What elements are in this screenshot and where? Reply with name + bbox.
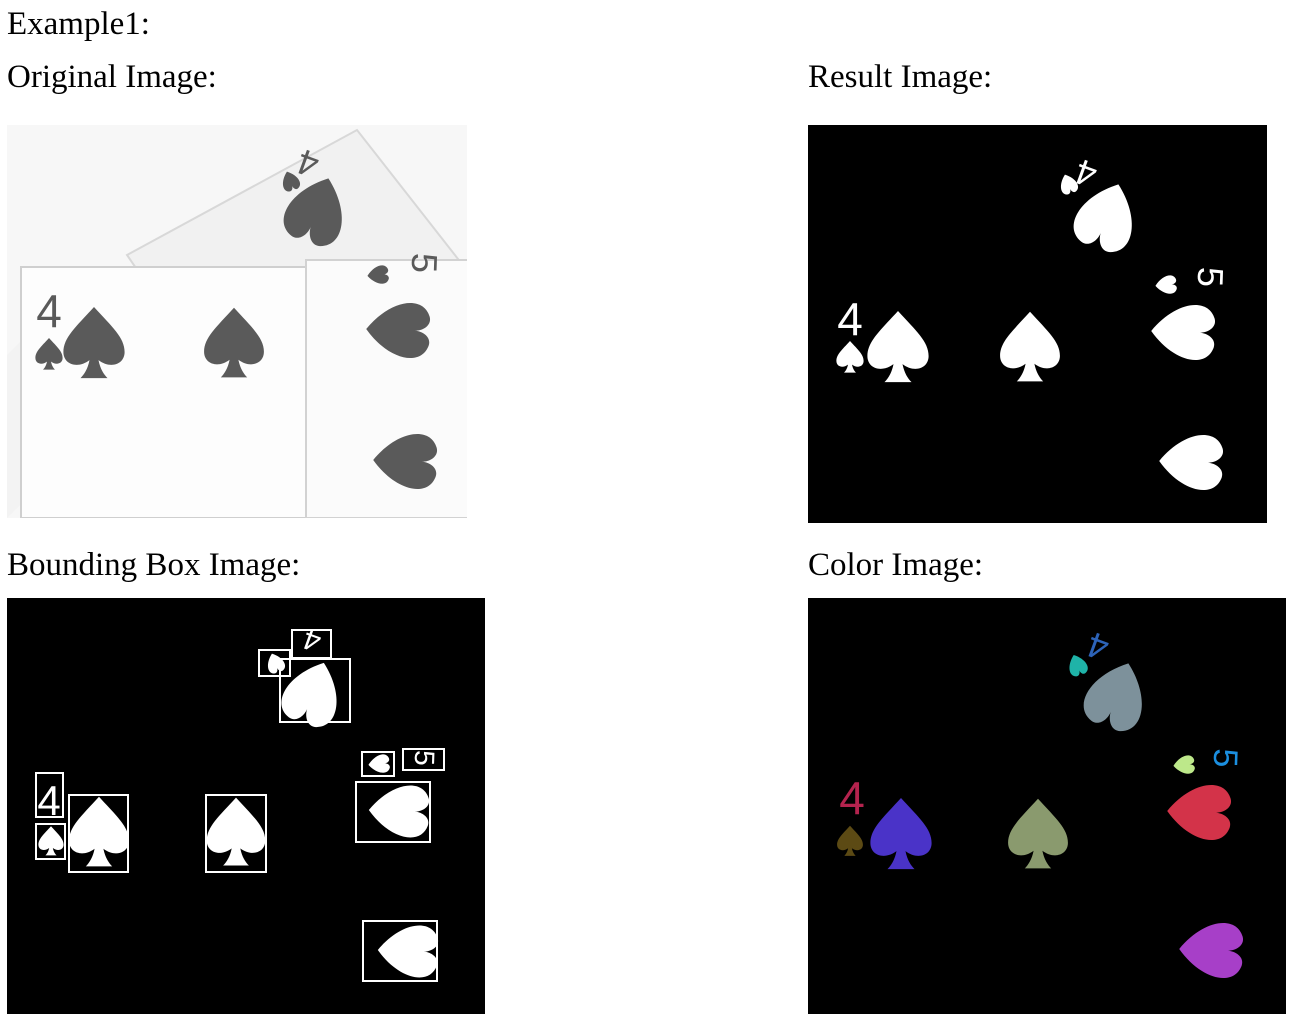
color-four-left: 4 — [839, 772, 865, 824]
result-image-label: Result Image: — [808, 59, 993, 95]
result-image: 4 5 4 — [808, 125, 1267, 523]
bbox-five: 5 — [409, 750, 441, 767]
original-image: 4 5 4 — [7, 125, 467, 518]
bounding-box-image-label: Bounding Box Image: — [7, 547, 301, 583]
original-card-four-left: 4 — [36, 285, 62, 337]
color-five: 5 — [1206, 748, 1245, 768]
result-four-left: 4 — [837, 293, 863, 345]
original-card-five: 5 — [404, 252, 446, 273]
color-image-label: Color Image: — [808, 547, 984, 583]
color-image: 4 5 4 — [808, 598, 1286, 1014]
bounding-box-image: 4 5 4 — [7, 598, 485, 1014]
example-heading: Example1: — [7, 6, 150, 42]
original-image-label: Original Image: — [7, 59, 217, 95]
result-five: 5 — [1190, 266, 1232, 287]
